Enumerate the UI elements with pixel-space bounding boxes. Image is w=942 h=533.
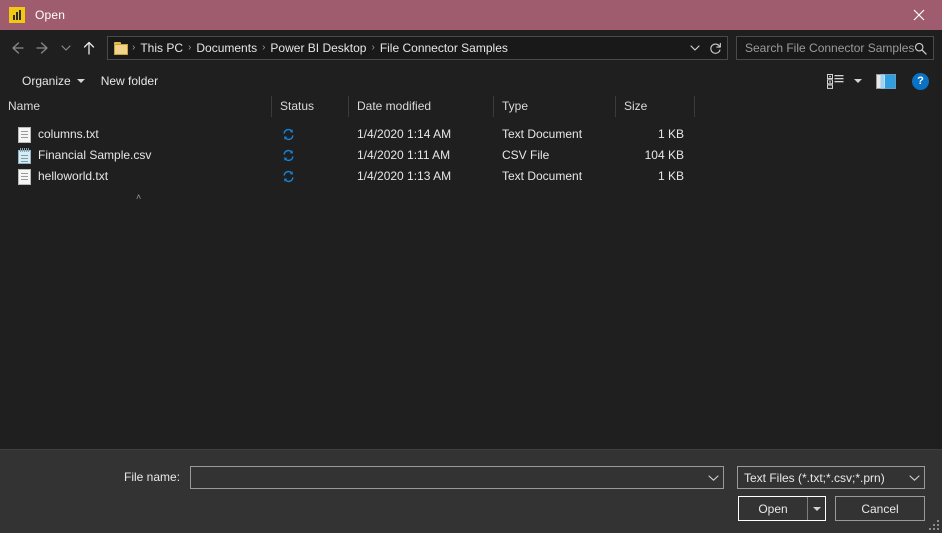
table-row[interactable]: helloworld.txt 1/4/2020 1:13 AM Text Doc… — [0, 166, 942, 187]
table-row[interactable]: Financial Sample.csv 1/4/2020 1:11 AM CS… — [0, 145, 942, 166]
file-type-filter-value: Text Files (*.txt;*.csv;*.prn) — [744, 470, 885, 485]
column-header-date-modified[interactable]: Date modified — [349, 96, 494, 117]
file-date-cell: 1/4/2020 1:11 AM — [357, 148, 451, 162]
column-header-size[interactable]: Size — [616, 96, 695, 117]
file-name-cell[interactable]: Financial Sample.csv — [0, 145, 272, 166]
open-button-label: Open — [758, 501, 788, 516]
file-name-cell[interactable]: helloworld.txt — [0, 166, 272, 187]
navigation-bar: › This PC › Documents › Power BI Desktop… — [0, 30, 942, 66]
open-dropdown-caret-icon[interactable] — [807, 497, 825, 520]
file-date-cell: 1/4/2020 1:14 AM — [357, 127, 452, 141]
new-folder-button[interactable]: New folder — [93, 69, 166, 93]
dialog-footer: File name: Text Files (*.txt;*.csv;*.prn… — [0, 449, 942, 533]
preview-pane-icon[interactable] — [876, 69, 896, 93]
help-label: ? — [917, 75, 924, 87]
cancel-button[interactable]: Cancel — [835, 496, 925, 521]
file-name-label: columns.txt — [38, 127, 99, 141]
resize-grip[interactable] — [927, 518, 939, 530]
breadcrumb-documents[interactable]: Documents — [191, 37, 262, 59]
cancel-button-label: Cancel — [861, 501, 899, 516]
sync-icon — [282, 170, 295, 183]
view-options-icon[interactable] — [827, 69, 844, 93]
file-status-cell — [272, 145, 349, 166]
file-type-cell: Text Document — [502, 127, 583, 141]
file-size-cell: 104 KB — [644, 148, 684, 162]
breadcrumb-file-connector-samples[interactable]: File Connector Samples — [375, 37, 513, 59]
sync-icon — [282, 128, 295, 141]
column-header-status[interactable]: Status — [272, 96, 349, 117]
column-header-type[interactable]: Type — [494, 96, 616, 117]
open-button[interactable]: Open — [738, 496, 826, 521]
file-type-filter-dropdown[interactable]: Text Files (*.txt;*.csv;*.prn) — [737, 466, 925, 489]
new-folder-label: New folder — [100, 74, 159, 88]
file-list-area: ˄ Name Status Date modified Type Size co… — [0, 96, 942, 449]
recent-locations-chevron-down-icon[interactable] — [56, 35, 76, 61]
file-name-label: helloworld.txt — [38, 169, 109, 183]
sort-ascending-caret-icon: ˄ — [136, 192, 142, 202]
file-type-cell: Text Document — [502, 169, 583, 183]
help-button[interactable]: ? — [912, 72, 929, 90]
open-file-dialog: Open › This PC › Documents › Power BI De… — [0, 0, 942, 533]
address-dropdown-chevron-down-icon[interactable] — [685, 37, 705, 59]
chevron-down-icon — [76, 79, 85, 83]
text-document-icon — [18, 126, 31, 143]
search-placeholder: Search File Connector Samples — [745, 41, 914, 55]
power-bi-icon — [9, 7, 25, 23]
window-title: Open — [35, 8, 66, 22]
breadcrumb-this-pc[interactable]: This PC — [135, 37, 188, 59]
column-header-name[interactable]: Name — [0, 96, 272, 117]
organize-label: Organize — [22, 74, 71, 88]
title-bar: Open — [0, 0, 942, 30]
file-name-input[interactable] — [190, 466, 724, 489]
file-list-header: Name Status Date modified Type Size — [0, 96, 942, 117]
file-size-cell: 1 KB — [657, 169, 684, 183]
organize-button[interactable]: Organize — [14, 69, 93, 93]
back-arrow-icon[interactable] — [4, 35, 30, 61]
file-size-cell: 1 KB — [657, 127, 684, 141]
table-row[interactable]: columns.txt 1/4/2020 1:14 AM Text Docume… — [0, 124, 942, 145]
file-date-cell: 1/4/2020 1:13 AM — [357, 169, 452, 183]
chevron-down-icon[interactable] — [704, 474, 719, 482]
file-type-cell: CSV File — [502, 148, 550, 162]
search-input[interactable]: Search File Connector Samples — [736, 36, 934, 60]
close-icon[interactable] — [896, 0, 942, 30]
breadcrumb-power-bi-desktop[interactable]: Power BI Desktop — [265, 37, 371, 59]
csv-file-icon — [18, 147, 31, 164]
file-status-cell — [272, 124, 349, 145]
folder-icon — [114, 41, 130, 55]
command-bar: Organize New folder ? — [0, 66, 942, 96]
chevron-down-icon[interactable] — [905, 474, 920, 482]
text-document-icon — [18, 168, 31, 185]
search-icon[interactable] — [914, 42, 927, 55]
forward-arrow-icon[interactable] — [30, 35, 56, 61]
up-arrow-icon[interactable] — [76, 35, 102, 61]
refresh-icon[interactable] — [705, 37, 725, 59]
sync-icon — [282, 149, 295, 162]
address-bar[interactable]: › This PC › Documents › Power BI Desktop… — [107, 36, 728, 60]
file-name-label: Financial Sample.csv — [38, 148, 152, 162]
file-name-label: File name: — [124, 470, 181, 484]
view-options-chevron-down-icon[interactable] — [846, 69, 870, 93]
file-name-cell[interactable]: columns.txt — [0, 124, 272, 145]
file-status-cell — [272, 166, 349, 187]
